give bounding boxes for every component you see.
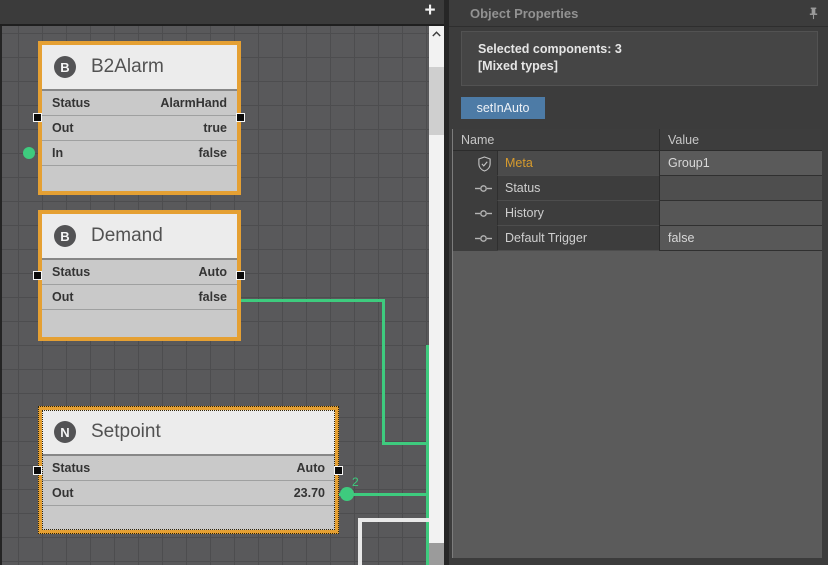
wiresheet-pane: + 2 B B2Alarm Status AlarmHand Out true xyxy=(0,0,444,565)
prop-value: false xyxy=(199,146,228,160)
slot-icon xyxy=(475,183,492,194)
column-header-value[interactable]: Value xyxy=(659,129,822,150)
scrollbar-bottom-area[interactable] xyxy=(429,543,444,565)
node-prop-row[interactable]: Status AlarmHand xyxy=(42,91,237,116)
prop-value: AlarmHand xyxy=(160,96,227,110)
node-empty-row xyxy=(42,166,237,191)
selection-handle[interactable] xyxy=(33,271,42,280)
wiresheet-canvas[interactable]: 2 B B2Alarm Status AlarmHand Out true In… xyxy=(0,26,429,565)
connection-point-in[interactable] xyxy=(23,147,35,159)
add-tab-icon[interactable]: + xyxy=(421,1,439,21)
node-title: Setpoint xyxy=(91,421,161,443)
node-title: B2Alarm xyxy=(91,56,164,78)
prop-value: Auto xyxy=(199,265,227,279)
canvas-tab-bar: + xyxy=(0,0,444,26)
scroll-up-icon[interactable] xyxy=(429,26,444,42)
connection-count-badge: 2 xyxy=(352,476,359,488)
node-prop-row[interactable]: Out false xyxy=(42,285,237,310)
selection-summary-line1: Selected components: 3 xyxy=(478,41,817,58)
prop-value: 23.70 xyxy=(294,486,325,500)
object-properties-panel: Object Properties Selected components: 3… xyxy=(449,0,828,565)
selection-summary-box: Selected components: 3 [Mixed types] xyxy=(461,31,818,86)
pin-icon[interactable] xyxy=(808,7,819,20)
selection-handle[interactable] xyxy=(33,113,42,122)
selection-handle[interactable] xyxy=(334,466,343,475)
canvas-vertical-scrollbar[interactable] xyxy=(429,26,444,565)
row-icon-cell xyxy=(453,201,497,226)
property-table: Name Value Meta Group1 Status xyxy=(452,129,822,558)
wire-demand-out-v[interactable] xyxy=(382,299,385,444)
node-demand[interactable]: B Demand Status Auto Out false xyxy=(38,210,241,341)
prop-label: Status xyxy=(52,265,90,279)
row-icon-cell xyxy=(453,176,497,201)
selection-handle[interactable] xyxy=(236,113,245,122)
node-empty-row xyxy=(42,310,237,337)
row-icon-cell xyxy=(453,226,497,251)
selection-handle[interactable] xyxy=(33,466,42,475)
property-row-history[interactable]: History xyxy=(453,201,822,226)
row-icon-cell xyxy=(453,151,497,176)
property-name: Status xyxy=(497,176,659,201)
node-b2alarm[interactable]: B B2Alarm Status AlarmHand Out true In f… xyxy=(38,41,241,195)
column-header-name[interactable]: Name xyxy=(453,129,659,150)
property-table-header[interactable]: Name Value xyxy=(453,129,822,151)
node-prop-row[interactable]: Out true xyxy=(42,116,237,141)
prop-label: Out xyxy=(52,121,74,135)
node-header: N Setpoint xyxy=(42,410,335,456)
canvas-left-border xyxy=(0,26,2,565)
numeric-type-icon: N xyxy=(54,421,76,443)
node-prop-row[interactable]: In false xyxy=(42,141,237,166)
prop-label: In xyxy=(52,146,63,160)
node-prop-row[interactable]: Status Auto xyxy=(42,260,237,285)
node-prop-row[interactable]: Status Auto xyxy=(42,456,335,481)
wire-demand-out-h2[interactable] xyxy=(382,442,429,445)
wire-demand-out-h[interactable] xyxy=(237,299,384,302)
property-name: History xyxy=(497,201,659,226)
prop-value: true xyxy=(203,121,227,135)
prop-label: Status xyxy=(52,96,90,110)
property-value[interactable] xyxy=(659,176,822,201)
partial-node[interactable] xyxy=(358,518,429,565)
connection-point-setpoint-out[interactable] xyxy=(340,487,354,501)
property-row-default-trigger[interactable]: Default Trigger false xyxy=(453,226,822,251)
prop-value: false xyxy=(199,290,228,304)
shield-check-icon xyxy=(477,156,492,172)
node-title: Demand xyxy=(91,225,163,247)
prop-label: Status xyxy=(52,461,90,475)
panel-title: Object Properties xyxy=(470,6,578,21)
node-empty-row xyxy=(42,506,335,530)
node-prop-row[interactable]: Out 23.70 xyxy=(42,481,335,506)
node-header: B Demand xyxy=(42,214,237,260)
node-setpoint[interactable]: N Setpoint Status Auto Out 23.70 xyxy=(38,406,339,534)
prop-label: Out xyxy=(52,290,74,304)
slot-icon xyxy=(475,233,492,244)
prop-value: Auto xyxy=(297,461,325,475)
setinauto-button[interactable]: setInAuto xyxy=(461,97,545,119)
property-row-status[interactable]: Status xyxy=(453,176,822,201)
property-value[interactable]: Group1 xyxy=(659,151,822,176)
boolean-type-icon: B xyxy=(54,56,76,78)
selection-summary-line2: [Mixed types] xyxy=(478,58,817,75)
scrollbar-thumb[interactable] xyxy=(429,67,444,135)
boolean-type-icon: B xyxy=(54,225,76,247)
slot-icon xyxy=(475,208,492,219)
property-name: Default Trigger xyxy=(497,226,659,251)
panel-title-bar: Object Properties xyxy=(449,0,828,27)
node-header: B B2Alarm xyxy=(42,45,237,91)
selection-handle[interactable] xyxy=(236,271,245,280)
property-name: Meta xyxy=(497,151,659,176)
property-value[interactable] xyxy=(659,201,822,226)
property-value[interactable]: false xyxy=(659,226,822,251)
property-row-meta[interactable]: Meta Group1 xyxy=(453,151,822,176)
prop-label: Out xyxy=(52,486,74,500)
